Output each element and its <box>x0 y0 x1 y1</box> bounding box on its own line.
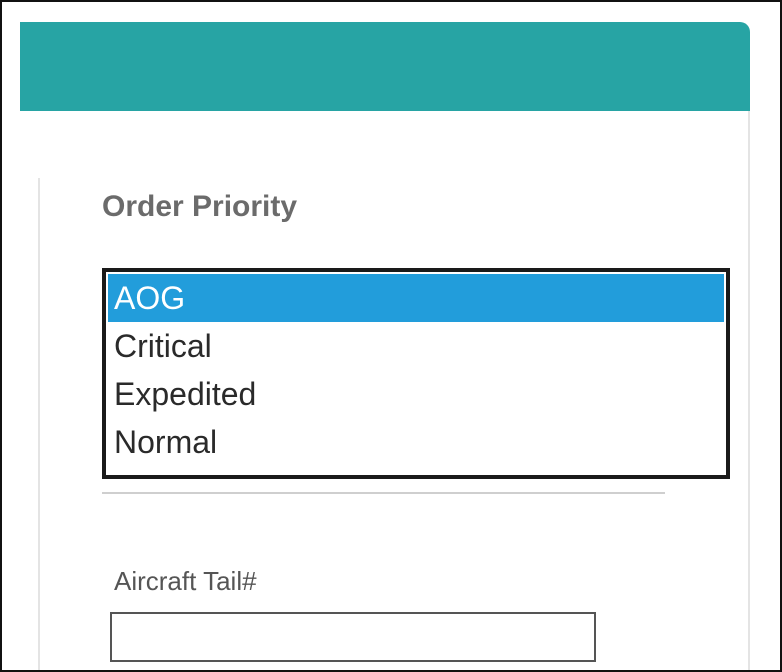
aircraft-tail-input[interactable] <box>110 612 596 662</box>
order-priority-listbox[interactable]: AOG Critical Expedited Normal <box>102 268 730 479</box>
panel-border-right <box>748 111 750 670</box>
order-priority-option-aog[interactable]: AOG <box>108 274 724 322</box>
panel-border-left <box>38 178 40 670</box>
section-divider <box>102 492 665 494</box>
order-priority-option-critical[interactable]: Critical <box>108 322 724 370</box>
header-bar <box>20 22 750 111</box>
form-window: Order Priority AOG Critical Expedited No… <box>0 0 782 672</box>
aircraft-tail-label: Aircraft Tail# <box>114 566 257 596</box>
order-priority-label: Order Priority <box>102 190 298 223</box>
order-priority-option-normal[interactable]: Normal <box>108 418 724 466</box>
order-priority-option-expedited[interactable]: Expedited <box>108 370 724 418</box>
